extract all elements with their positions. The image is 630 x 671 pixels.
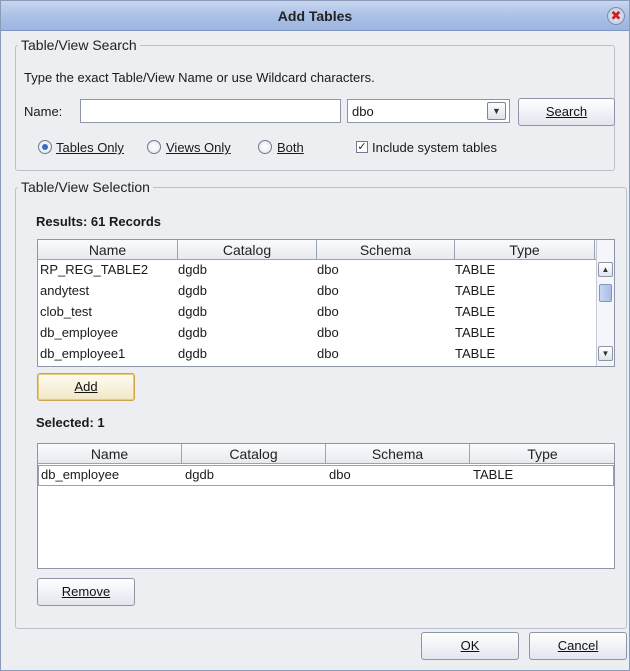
cell-catalog: dgdb — [178, 304, 207, 319]
cell-type: TABLE — [455, 304, 496, 319]
cell-catalog: dgdb — [178, 262, 207, 277]
table-row[interactable]: clob_test dgdb dbo TABLE — [38, 303, 596, 324]
table-row[interactable]: RP_REG_TABLE2 dgdb dbo TABLE — [38, 261, 596, 282]
name-input-field[interactable] — [81, 100, 340, 122]
name-input[interactable] — [80, 99, 341, 123]
add-button-label: Add — [74, 379, 98, 394]
search-group-legend: Table/View Search — [21, 37, 137, 53]
scroll-thumb[interactable] — [599, 284, 612, 302]
include-system-tables-label[interactable]: Include system tables — [372, 140, 497, 155]
add-button[interactable]: Add — [37, 373, 135, 401]
name-label: Name: — [24, 104, 63, 119]
schema-combo-value: dbo — [352, 104, 374, 119]
window-title: Add Tables — [277, 8, 353, 24]
cell-name: db_employee — [40, 325, 119, 340]
radio-tables-only-label[interactable]: Tables Only — [56, 140, 124, 155]
scroll-down-icon[interactable]: ▼ — [598, 346, 613, 361]
cell-catalog: dgdb — [178, 346, 207, 361]
cell-schema: dbo — [317, 325, 339, 340]
title-bar[interactable]: Add Tables ✖ — [1, 1, 629, 31]
remove-button-label: Remove — [61, 584, 111, 599]
cell-name: db_employee — [41, 467, 120, 482]
cell-type: TABLE — [473, 467, 514, 482]
scroll-up-icon[interactable]: ▲ — [598, 262, 613, 277]
selected-count: Selected: 1 — [36, 415, 105, 430]
cell-type: TABLE — [455, 346, 496, 361]
column-header-catalog[interactable]: Catalog — [178, 240, 317, 260]
selected-column-header-type[interactable]: Type — [470, 444, 614, 464]
add-tables-dialog: Add Tables ✖ Table/View Search Type the … — [0, 0, 630, 671]
selected-row[interactable]: db_employee dgdb dbo TABLE — [38, 465, 614, 486]
cell-name: db_employee1 — [40, 346, 126, 361]
cell-name: RP_REG_TABLE2 — [40, 262, 149, 277]
search-button[interactable]: Search — [518, 98, 615, 126]
column-header-name[interactable]: Name — [38, 240, 178, 260]
cancel-button-label: Cancel — [557, 638, 599, 653]
cell-name: andytest — [40, 283, 90, 298]
selected-column-header-schema[interactable]: Schema — [326, 444, 470, 464]
cell-catalog: dgdb — [185, 467, 214, 482]
ok-button-label: OK — [460, 638, 480, 653]
results-scrollbar[interactable]: ▲ ▼ — [596, 240, 614, 366]
results-table-header: Name Catalog Schema Type — [38, 240, 596, 260]
ok-button[interactable]: OK — [421, 632, 519, 660]
selected-column-header-catalog[interactable]: Catalog — [182, 444, 326, 464]
table-row[interactable]: andytest dgdb dbo TABLE — [38, 282, 596, 303]
chevron-down-icon[interactable]: ▼ — [487, 102, 506, 120]
selected-table[interactable]: Name Catalog Schema Type db_employee dgdb… — [37, 443, 615, 569]
radio-views-only-label[interactable]: Views Only — [166, 140, 231, 155]
search-button-label: Search — [545, 104, 588, 119]
remove-button[interactable]: Remove — [37, 578, 135, 606]
results-count: Results: 61 Records — [36, 214, 161, 229]
search-instructions: Type the exact Table/View Name or use Wi… — [24, 70, 375, 85]
include-system-tables-checkbox[interactable]: ✓ — [356, 141, 368, 153]
cell-schema: dbo — [317, 346, 339, 361]
cell-type: TABLE — [455, 262, 496, 277]
selected-column-header-name[interactable]: Name — [38, 444, 182, 464]
cell-schema: dbo — [317, 283, 339, 298]
results-table[interactable]: Name Catalog Schema Type RP_REG_TABLE2dg… — [37, 239, 615, 367]
column-header-schema[interactable]: Schema — [317, 240, 455, 260]
radio-views-only[interactable] — [147, 140, 161, 154]
radio-tables-only[interactable] — [38, 140, 52, 154]
radio-both-label[interactable]: Both — [277, 140, 304, 155]
cell-catalog: dgdb — [178, 283, 207, 298]
cell-schema: dbo — [329, 467, 351, 482]
selection-group-legend: Table/View Selection — [21, 179, 150, 195]
cell-type: TABLE — [455, 325, 496, 340]
cell-schema: dbo — [317, 262, 339, 277]
schema-combo[interactable]: dbo ▼ — [347, 99, 510, 123]
close-icon[interactable]: ✖ — [607, 7, 625, 25]
cell-schema: dbo — [317, 304, 339, 319]
table-row[interactable]: db_employee1 dgdb dbo TABLE — [38, 345, 596, 366]
cell-type: TABLE — [455, 283, 496, 298]
cancel-button[interactable]: Cancel — [529, 632, 627, 660]
column-header-type[interactable]: Type — [455, 240, 595, 260]
cell-name: clob_test — [40, 304, 93, 319]
radio-both[interactable] — [258, 140, 272, 154]
selected-table-header: Name Catalog Schema Type — [38, 444, 614, 464]
cell-catalog: dgdb — [178, 325, 207, 340]
table-row[interactable]: db_employee dgdb dbo TABLE — [38, 324, 596, 345]
